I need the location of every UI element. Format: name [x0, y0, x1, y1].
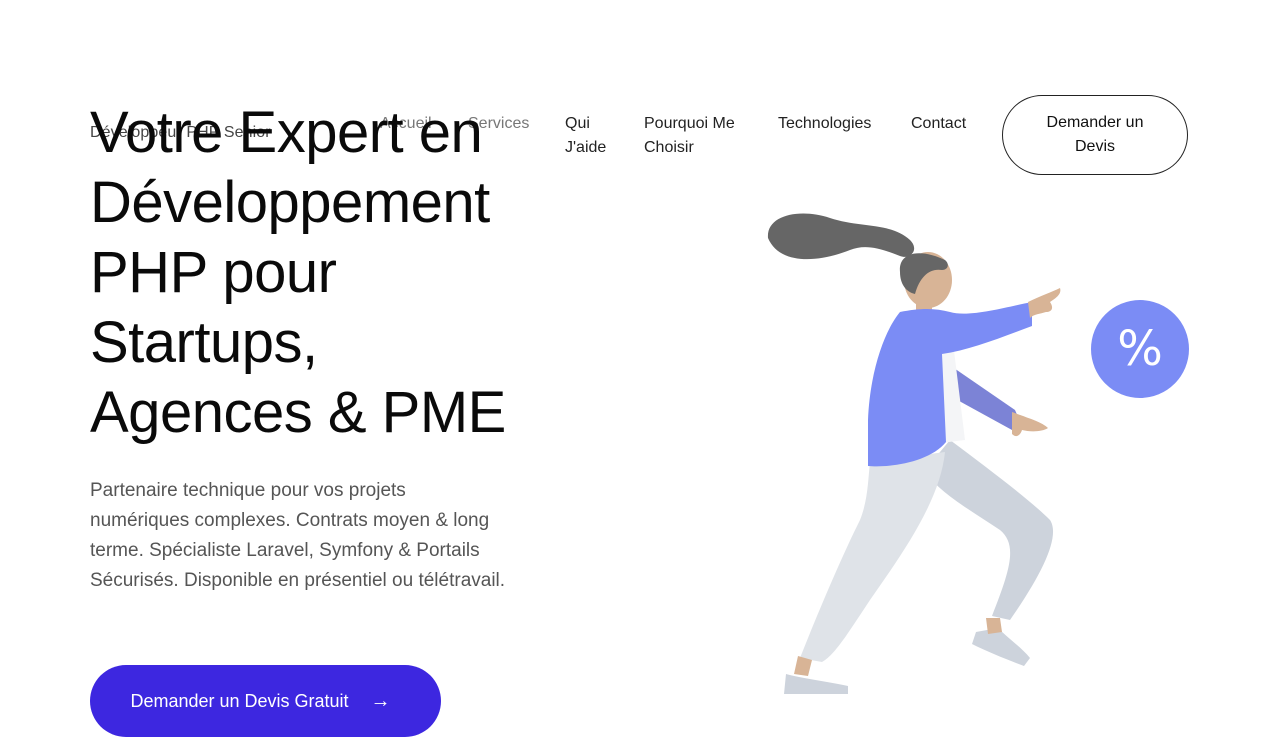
arrow-right-icon: →	[370, 689, 391, 712]
nav-item-qui-jaide[interactable]: Qui J'aide	[565, 112, 615, 160]
percent-icon: %	[1117, 321, 1163, 377]
back-shoe	[972, 628, 1030, 666]
back-hand	[1012, 412, 1048, 437]
woman-reaching-illustration	[767, 213, 1061, 694]
percent-badge: %	[1091, 300, 1189, 398]
hair-ponytail	[767, 213, 915, 260]
front-leg	[800, 452, 945, 662]
hero-title-line: Votre Expert en	[90, 100, 483, 165]
request-free-quote-label: Demander un Devis Gratuit	[130, 690, 349, 711]
request-free-quote-button[interactable]: Demander un Devis Gratuit →	[90, 665, 441, 737]
back-ankle	[986, 618, 1002, 634]
hero-title: Votre Expert en Développement PHP pour S…	[90, 98, 540, 448]
front-hand	[1028, 288, 1061, 318]
request-quote-button[interactable]: Demander un Devis	[1002, 95, 1188, 175]
nav-item-technologies[interactable]: Technologies	[778, 112, 871, 136]
front-shoe	[784, 674, 848, 694]
hero-title-line: PHP pour	[90, 240, 337, 305]
hero-title-line: Développement	[90, 170, 490, 235]
nav-item-pourquoi[interactable]: Pourquoi Me Choisir	[644, 112, 754, 160]
hero-title-line: Agences & PME	[90, 380, 506, 445]
back-leg	[925, 440, 1054, 620]
hero-title-line: Startups,	[90, 310, 318, 375]
nav-item-contact[interactable]: Contact	[911, 112, 966, 136]
hero-description: Partenaire technique pour vos projets nu…	[90, 480, 506, 591]
